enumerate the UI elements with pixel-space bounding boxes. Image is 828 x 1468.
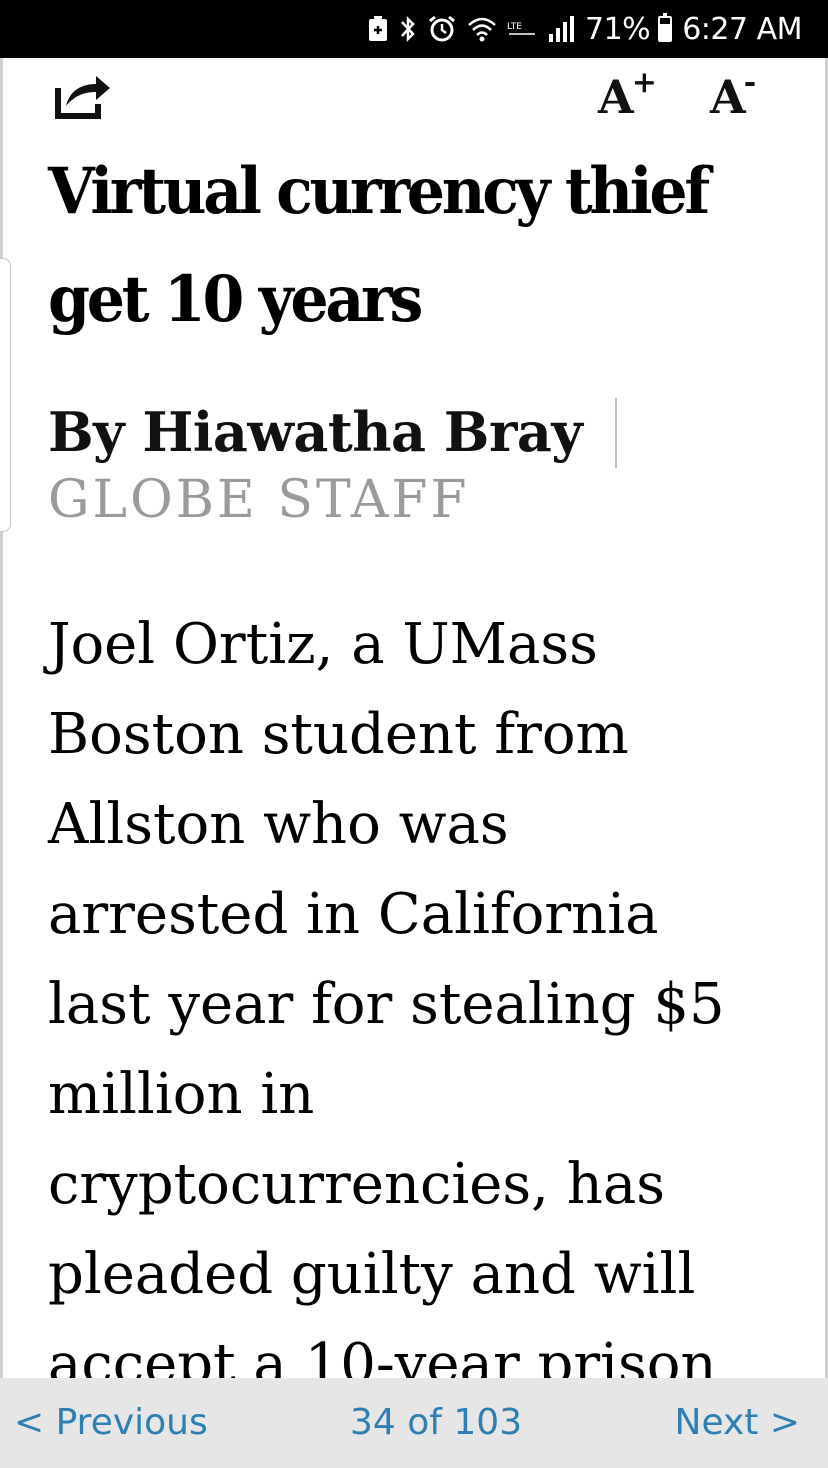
- svg-text:LTE: LTE: [507, 22, 522, 32]
- article: Virtual currency thief get 10 years By H…: [48, 138, 788, 1397]
- minus-icon: -: [743, 65, 757, 100]
- share-button[interactable]: [52, 70, 114, 122]
- headline: Virtual currency thief get 10 years: [48, 138, 744, 354]
- plus-icon: +: [631, 65, 657, 100]
- frame-left-border: [0, 58, 3, 1378]
- bottom-navigation: < Previous 34 of 103 Next >: [0, 1378, 828, 1468]
- clock: 6:27 AM: [682, 11, 802, 47]
- font-decrease-button[interactable]: A-: [710, 65, 780, 125]
- article-position: 34 of 103: [350, 1402, 523, 1443]
- battery-percent: 71%: [585, 11, 651, 47]
- status-icons: LTE: [367, 14, 575, 44]
- wifi-icon: [467, 15, 497, 43]
- body-line: last year for stealing $5: [48, 972, 725, 1037]
- previous-button[interactable]: < Previous: [14, 1402, 208, 1443]
- byline-role: GLOBE STAFF: [48, 470, 470, 530]
- byline-author: By Hiawatha Bray: [48, 400, 583, 464]
- byline-divider: [615, 398, 617, 468]
- font-decrease-label: A: [710, 70, 746, 124]
- article-body: Joel Ortiz, a UMass Boston student from …: [48, 600, 788, 1410]
- battery-saver-icon: [367, 15, 389, 43]
- font-increase-button[interactable]: A +: [598, 65, 668, 125]
- body-line: Boston student from: [48, 702, 629, 767]
- battery-fill: [660, 24, 671, 40]
- body-line: cryptocurrencies, has: [48, 1152, 665, 1217]
- article-toolbar: A + A-: [0, 58, 828, 138]
- signal-icon: [547, 14, 575, 44]
- body-line: Joel Ortiz, a UMass: [48, 612, 598, 677]
- alarm-icon: [427, 14, 457, 44]
- font-increase-label: A: [598, 70, 634, 124]
- headline-line: get 10 years: [48, 262, 423, 337]
- body-line: arrested in California: [48, 882, 659, 947]
- status-bar: LTE 71% 6:27 AM: [0, 0, 828, 58]
- body-line: million in: [48, 1062, 315, 1127]
- battery-icon: [658, 13, 673, 42]
- body-line: Allston who was: [48, 792, 509, 857]
- headline-line: Virtual currency thief: [48, 154, 710, 229]
- body-line: pleaded guilty and will: [48, 1242, 696, 1307]
- bluetooth-icon: [399, 14, 417, 44]
- next-button[interactable]: Next >: [675, 1402, 800, 1443]
- lte-icon: LTE: [507, 19, 537, 39]
- edge-panel-handle[interactable]: [0, 258, 11, 532]
- share-icon: [55, 76, 110, 119]
